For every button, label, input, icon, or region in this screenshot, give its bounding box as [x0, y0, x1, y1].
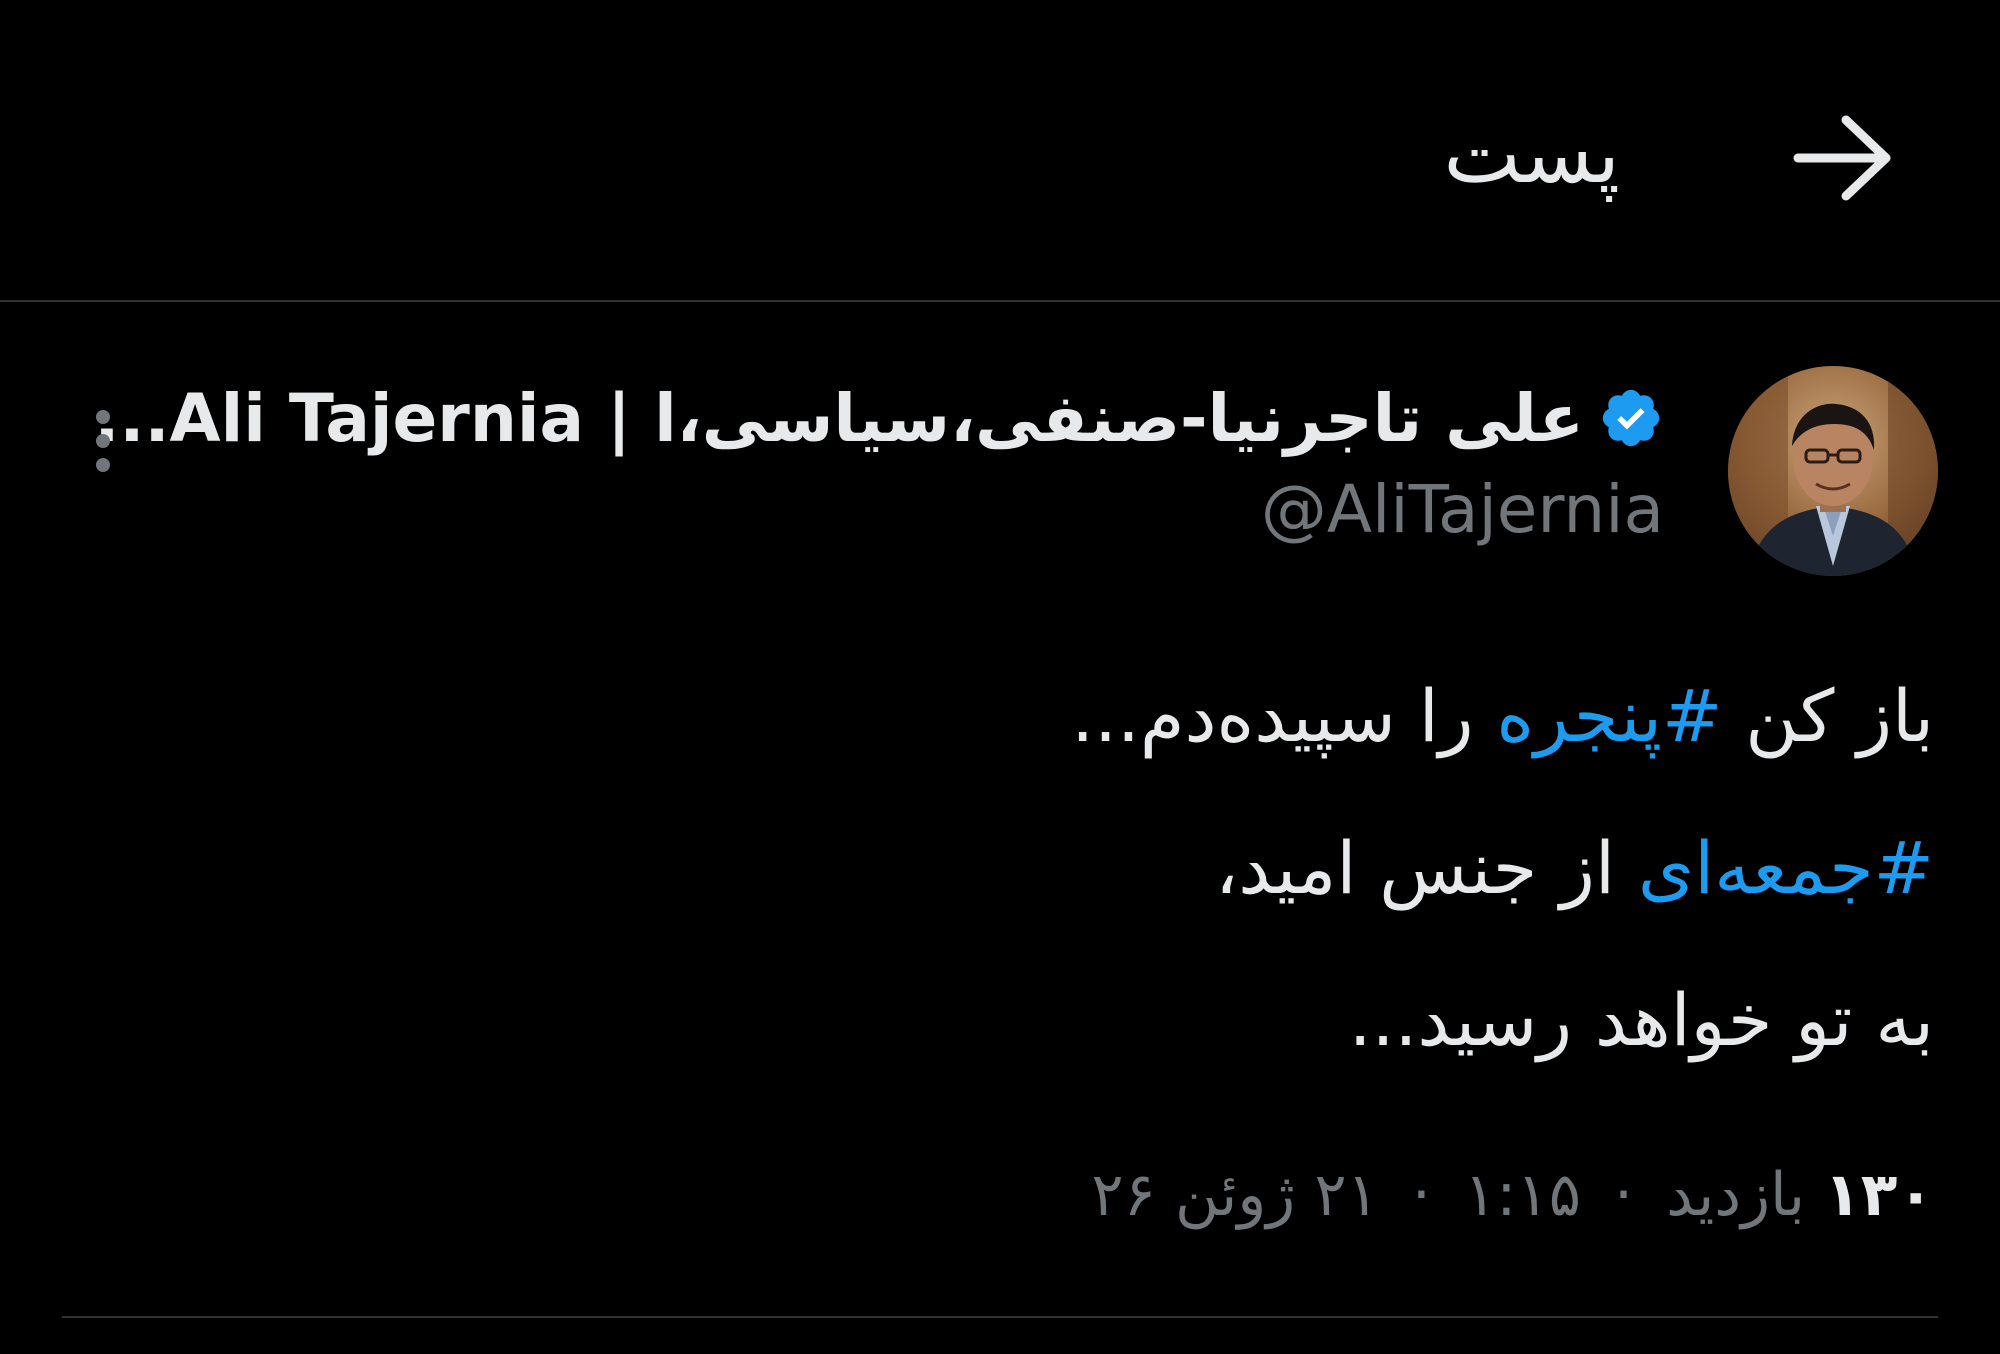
page-title: پست: [1443, 107, 1621, 202]
meta-separator: ·: [1411, 1160, 1431, 1230]
top-app-bar: پست: [0, 0, 2000, 302]
more-options-button[interactable]: [88, 410, 118, 490]
avatar[interactable]: [1728, 366, 1938, 576]
author-handle[interactable]: @AliTajernia: [1261, 470, 1664, 550]
tweet-text-segment: از جنس امید،: [1215, 826, 1638, 910]
more-vertical-icon: [88, 410, 118, 472]
tweet-date[interactable]: ۲۱ ژوئن ۲۶: [1091, 1160, 1378, 1230]
divider: [62, 1316, 1938, 1318]
tweet-line-1: باز کن #پنجره را سپیده‌دم...: [434, 640, 1934, 792]
tweet-time[interactable]: ۱:۱۵: [1464, 1160, 1581, 1230]
back-button[interactable]: [1788, 108, 1898, 208]
arrow-right-icon: [1793, 115, 1891, 201]
tweet-body: باز کن #پنجره را سپیده‌دم... #جمعه‌ای از…: [434, 640, 1934, 1096]
author-name-row[interactable]: ...Ali Tajernia | علی تاجرنیا-صنفی،سیاسی…: [94, 378, 1664, 458]
tweet-text-segment: باز کن: [1722, 674, 1934, 758]
tweet-line-2: #جمعه‌ای از جنس امید،: [434, 792, 1934, 944]
avatar-photo: [1728, 366, 1938, 576]
hashtag-link[interactable]: #جمعه‌ای: [1638, 826, 1934, 910]
hashtag-link[interactable]: #پنجره: [1496, 674, 1722, 758]
tweet-line-3: به تو خواهد رسید...: [1348, 978, 1934, 1062]
author-display-name: ...Ali Tajernia | علی تاجرنیا-صنفی،سیاسی…: [94, 379, 1584, 457]
verified-badge-icon: [1602, 389, 1660, 447]
views-count: ۱۳۰: [1824, 1160, 1934, 1230]
tweet-text-segment: را سپیده‌دم...: [1071, 674, 1497, 758]
tweet-meta: ۱۳۰ بازدید · ۱:۱۵ · ۲۱ ژوئن ۲۶: [1091, 1150, 1934, 1240]
meta-separator: ·: [1614, 1160, 1634, 1230]
views-label[interactable]: بازدید: [1666, 1160, 1805, 1230]
